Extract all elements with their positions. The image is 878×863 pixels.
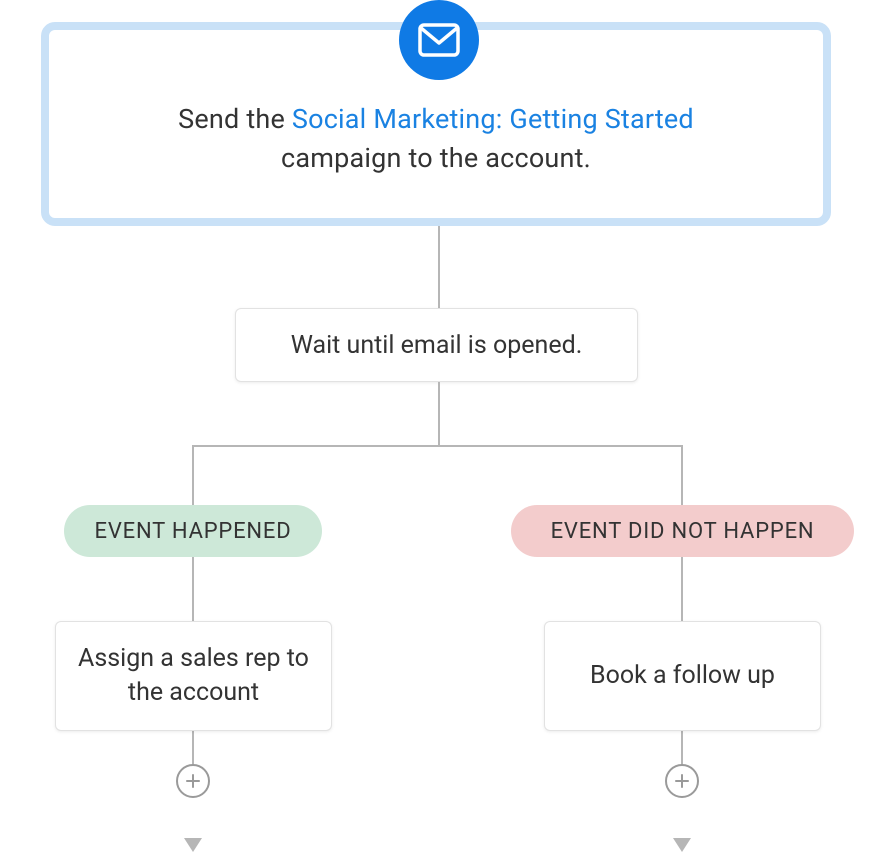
connector-line [438, 382, 440, 445]
wait-step-text: Wait until email is opened. [291, 331, 583, 360]
connector-line [192, 445, 683, 447]
text-after: campaign to the account. [281, 142, 591, 174]
campaign-link[interactable]: Social Marketing: Getting Started [292, 103, 694, 135]
plus-icon [674, 773, 690, 789]
book-follow-up-text: Book a follow up [590, 659, 775, 693]
arrow-down-icon [673, 838, 691, 852]
mail-icon [418, 23, 460, 57]
add-step-button-right[interactable] [665, 764, 699, 798]
event-did-not-happen-label: EVENT DID NOT HAPPEN [551, 519, 815, 544]
assign-sales-rep-step[interactable]: Assign a sales rep to the account [55, 621, 332, 731]
connector-line [438, 226, 440, 308]
assign-sales-rep-text: Assign a sales rep to the account [74, 642, 313, 710]
connector-line [681, 445, 683, 786]
event-did-not-happen-pill: EVENT DID NOT HAPPEN [511, 505, 854, 557]
plus-icon [185, 773, 201, 789]
event-happened-label: EVENT HAPPENED [95, 519, 292, 544]
wait-step[interactable]: Wait until email is opened. [235, 308, 638, 382]
email-icon-badge [399, 0, 479, 80]
send-campaign-text: Send the Social Marketing: Getting Start… [178, 100, 694, 178]
event-happened-pill: EVENT HAPPENED [64, 505, 322, 557]
arrow-down-icon [184, 838, 202, 852]
text-before: Send the [178, 103, 292, 135]
book-follow-up-step[interactable]: Book a follow up [544, 621, 821, 731]
connector-line [192, 445, 194, 786]
add-step-button-left[interactable] [176, 764, 210, 798]
